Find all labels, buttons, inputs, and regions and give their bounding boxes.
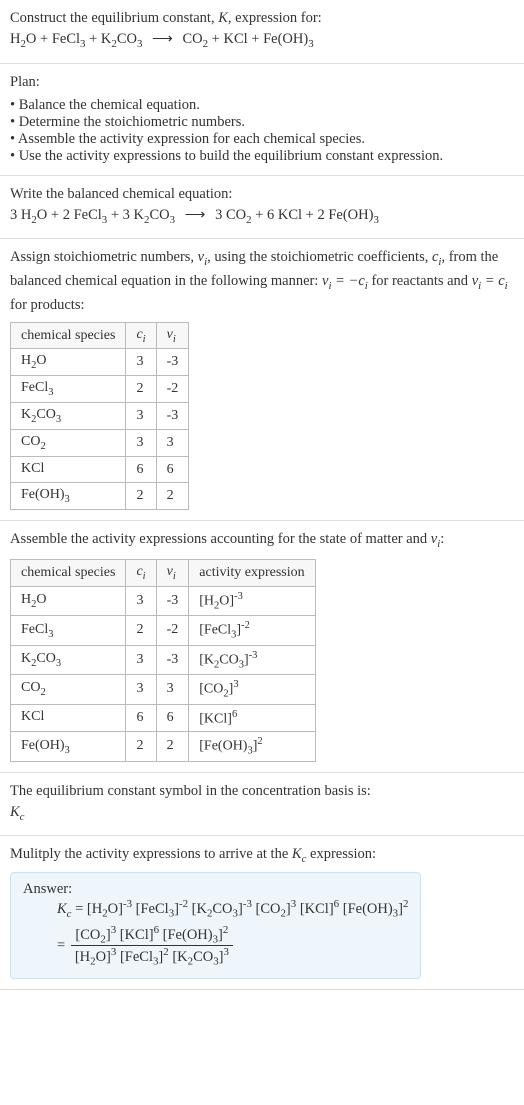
reaction-arrow-icon: ⟶ (179, 207, 212, 223)
plan-section: Plan: Balance the chemical equation. Det… (0, 64, 524, 176)
answer-label: Answer: (23, 881, 408, 898)
table-header-row: chemical species ci νi activity expressi… (11, 559, 316, 586)
intro-text-b: , expression for: (228, 10, 322, 26)
col-nui: νi (156, 559, 189, 586)
eqn-rhs: CO2 + KCl + Fe(OH)3 (182, 31, 313, 47)
intro-equation: H2O + FeCl3 + K2CO3 ⟶ CO2 + KCl + Fe(OH)… (10, 29, 514, 53)
stoich-paragraph: Assign stoichiometric numbers, νi, using… (10, 247, 514, 315)
table-header-row: chemical species ci νi (11, 322, 189, 349)
final-section: Mulitply the activity expressions to arr… (0, 836, 524, 990)
basis-Kc: Kc (10, 802, 514, 826)
balanced-lhs: 3 H2O + 2 FeCl3 + 3 K2CO3 (10, 207, 179, 223)
table-row: H2O3-3 (11, 349, 189, 376)
activity-title: Assemble the activity expressions accoun… (10, 529, 514, 553)
table-row: Fe(OH)322 (11, 483, 189, 510)
col-species: chemical species (11, 322, 126, 349)
plan-item: Balance the chemical equation. (10, 97, 514, 114)
table-row: K2CO33-3[K2CO3]-3 (11, 645, 316, 674)
table-row: H2O3-3[H2O]-3 (11, 586, 316, 615)
plan-item: Assemble the activity expression for eac… (10, 131, 514, 148)
fraction: [CO2]3 [KCl]6 [Fe(OH)3]2 [H2O]3 [FeCl3]2… (69, 924, 235, 968)
table-row: KCl66 (11, 456, 189, 483)
stoich-section: Assign stoichiometric numbers, νi, using… (0, 239, 524, 521)
table-row: KCl66[KCl]6 (11, 704, 316, 732)
reaction-arrow-icon: ⟶ (146, 31, 179, 47)
basis-line1: The equilibrium constant symbol in the c… (10, 781, 514, 802)
col-ci: ci (126, 559, 156, 586)
activity-table: chemical species ci νi activity expressi… (10, 559, 316, 762)
col-species: chemical species (11, 559, 126, 586)
kc-expression-line1: Kc = [H2O]-3 [FeCl3]-2 [K2CO3]-3 [CO2]3 … (23, 898, 408, 920)
table-row: K2CO33-3 (11, 403, 189, 430)
intro-section: Construct the equilibrium constant, K, e… (0, 0, 524, 64)
answer-box: Answer: Kc = [H2O]-3 [FeCl3]-2 [K2CO3]-3… (10, 872, 421, 979)
col-activity: activity expression (189, 559, 315, 586)
intro-text-a: Construct the equilibrium constant, (10, 10, 218, 26)
balanced-rhs: 3 CO2 + 6 KCl + 2 Fe(OH)3 (215, 207, 379, 223)
table-row: CO233[CO2]3 (11, 675, 316, 704)
intro-K: K (218, 10, 228, 26)
plan-title: Plan: (10, 72, 514, 93)
fraction-numerator: [CO2]3 [KCl]6 [Fe(OH)3]2 (71, 924, 233, 947)
plan-item: Determine the stoichiometric numbers. (10, 114, 514, 131)
table-row: CO233 (11, 429, 189, 456)
plan-item: Use the activity expressions to build th… (10, 148, 514, 165)
table-row: FeCl32-2[FeCl3]-2 (11, 616, 316, 645)
intro-line: Construct the equilibrium constant, K, e… (10, 8, 514, 29)
col-ci: ci (126, 322, 156, 349)
activity-section: Assemble the activity expressions accoun… (0, 521, 524, 772)
basis-section: The equilibrium constant symbol in the c… (0, 773, 524, 837)
fraction-denominator: [H2O]3 [FeCl3]2 [K2CO3]3 (71, 946, 233, 968)
eqn-lhs: H2O + FeCl3 + K2CO3 (10, 31, 146, 47)
stoich-table: chemical species ci νi H2O3-3 FeCl32-2 K… (10, 322, 189, 511)
balanced-title: Write the balanced chemical equation: (10, 184, 514, 205)
final-title: Mulitply the activity expressions to arr… (10, 844, 514, 868)
col-nui: νi (156, 322, 189, 349)
plan-list: Balance the chemical equation. Determine… (10, 97, 514, 165)
kc-expression-line2: = [CO2]3 [KCl]6 [Fe(OH)3]2 [H2O]3 [FeCl3… (23, 924, 408, 968)
balanced-equation: 3 H2O + 2 FeCl3 + 3 K2CO3 ⟶ 3 CO2 + 6 KC… (10, 205, 514, 229)
balanced-section: Write the balanced chemical equation: 3 … (0, 176, 524, 240)
table-row: Fe(OH)322[Fe(OH)3]2 (11, 732, 316, 761)
table-row: FeCl32-2 (11, 376, 189, 403)
